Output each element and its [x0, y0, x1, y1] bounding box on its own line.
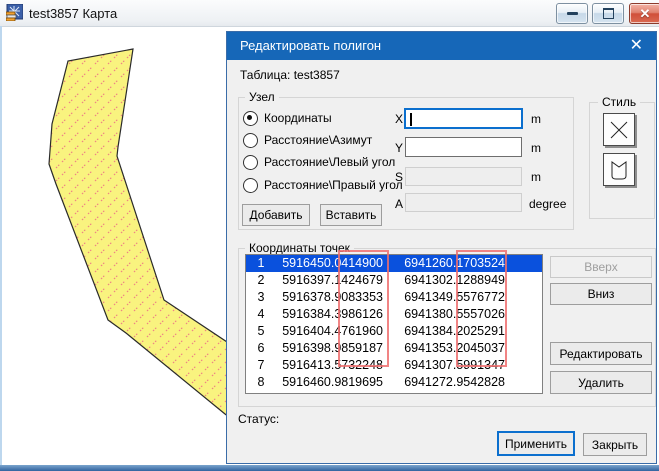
- row-index: 8: [246, 374, 276, 391]
- a-input: [405, 193, 522, 212]
- maximize-icon: [603, 8, 614, 19]
- style-group-label: Стиль: [598, 95, 640, 109]
- radio-off-icon: [243, 178, 258, 193]
- move-up-button[interactable]: Вверх: [550, 256, 652, 278]
- line-style-button[interactable]: [603, 113, 635, 146]
- row-index: 6: [246, 340, 276, 357]
- minimize-icon: [567, 12, 578, 15]
- radio-distance-left-angle[interactable]: Расстояние\Левый угол: [243, 154, 395, 170]
- annotation-box-x-decimals: [338, 250, 389, 367]
- s-field-label: S: [395, 170, 403, 184]
- radio-distance-azimuth-label: Расстояние\Азимут: [264, 133, 372, 147]
- dialog-title: Редактировать полигон: [240, 38, 381, 53]
- row-index: 2: [246, 272, 276, 289]
- map-polygon[interactable]: [49, 49, 233, 420]
- radio-off-icon: [243, 155, 258, 170]
- fill-style-icon: [608, 159, 630, 181]
- annotation-box-y-decimals: [456, 250, 507, 367]
- radio-distance-left-angle-label: Расстояние\Левый угол: [264, 155, 395, 169]
- close-window-button[interactable]: ✕: [629, 3, 659, 24]
- window-left-border: [0, 26, 2, 465]
- x-unit-label: m: [531, 112, 541, 126]
- delete-button[interactable]: Удалить: [550, 371, 652, 394]
- text-caret: [410, 113, 412, 126]
- y-input[interactable]: [405, 137, 522, 157]
- x-input[interactable]: [404, 108, 523, 129]
- window-bottom-border: [0, 465, 659, 471]
- row-index: 4: [246, 306, 276, 323]
- node-group-label: Узел: [245, 90, 279, 104]
- radio-coordinates[interactable]: Координаты: [243, 110, 332, 126]
- close-icon: ✕: [640, 7, 651, 20]
- screenshot-root: test3857 Карта ✕ Редактировать полигон ✕…: [0, 0, 659, 471]
- s-unit-label: m: [531, 170, 541, 184]
- line-style-icon: [608, 119, 630, 141]
- dialog-close-icon[interactable]: ✕: [630, 36, 643, 56]
- row-index: 1: [246, 255, 276, 272]
- close-button[interactable]: Закрыть: [583, 433, 647, 456]
- insert-button[interactable]: Вставить: [320, 204, 382, 226]
- edit-polygon-dialog: Редактировать полигон ✕ Таблица: test385…: [226, 31, 657, 464]
- row-x: 5916460.9819695: [276, 374, 403, 391]
- window-title: test3857 Карта: [29, 6, 117, 21]
- y-unit-label: m: [531, 141, 541, 155]
- radio-distance-right-angle-label: Расстояние\Правый угол: [264, 178, 403, 192]
- row-y: 6941272.9542828: [403, 374, 523, 391]
- y-field-label: Y: [395, 141, 403, 155]
- radio-on-icon: [243, 111, 258, 126]
- coord-row[interactable]: 8 5916460.9819695 6941272.9542828: [246, 374, 542, 391]
- radio-coordinates-label: Координаты: [264, 111, 332, 125]
- edit-button[interactable]: Редактировать: [550, 342, 652, 365]
- radio-distance-azimuth[interactable]: Расстояние\Азимут: [243, 132, 372, 148]
- table-name-label: Таблица: test3857: [240, 68, 340, 82]
- a-unit-label: degree: [529, 197, 566, 211]
- row-index: 7: [246, 357, 276, 374]
- s-input: [405, 167, 522, 186]
- radio-off-icon: [243, 133, 258, 148]
- fill-style-button[interactable]: [603, 153, 635, 186]
- maximize-button[interactable]: [592, 3, 624, 24]
- radio-distance-right-angle[interactable]: Расстояние\Правый угол: [243, 177, 403, 193]
- x-field-label: X: [395, 112, 403, 126]
- add-button[interactable]: Добавить: [242, 204, 310, 226]
- map-app-icon: [6, 4, 23, 21]
- status-label: Статус:: [238, 412, 279, 426]
- dialog-titlebar[interactable]: Редактировать полигон ✕: [227, 32, 656, 60]
- minimize-button[interactable]: [556, 3, 588, 24]
- row-index: 5: [246, 323, 276, 340]
- a-field-label: A: [395, 197, 403, 211]
- move-down-button[interactable]: Вниз: [550, 283, 652, 305]
- row-index: 3: [246, 289, 276, 306]
- apply-button[interactable]: Применить: [497, 431, 575, 456]
